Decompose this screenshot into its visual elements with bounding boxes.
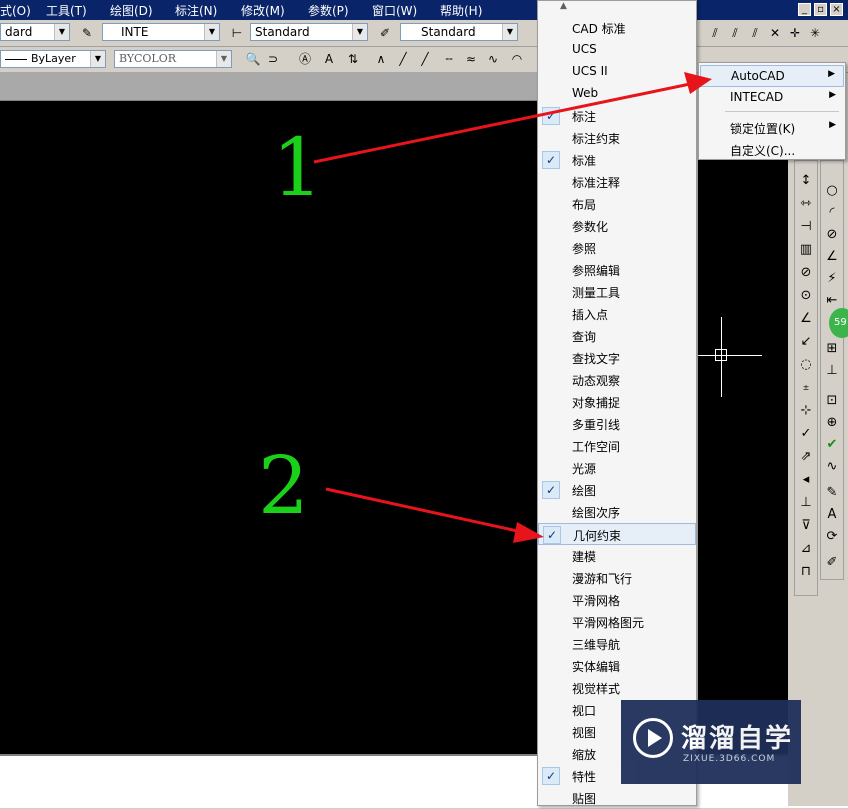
annotation-arrows: [313, 72, 712, 543]
play-logo-icon: [633, 718, 673, 758]
watermark: 溜溜自学 ZIXUE.3D66.COM: [621, 700, 801, 784]
watermark-url: ZIXUE.3D66.COM: [683, 754, 776, 764]
arrow-2-line: [325, 487, 523, 534]
arrow-2-head: [513, 522, 544, 543]
arrow-1-line: [313, 82, 691, 164]
arrow-1-head: [684, 72, 712, 94]
watermark-title: 溜溜自学: [681, 724, 794, 754]
